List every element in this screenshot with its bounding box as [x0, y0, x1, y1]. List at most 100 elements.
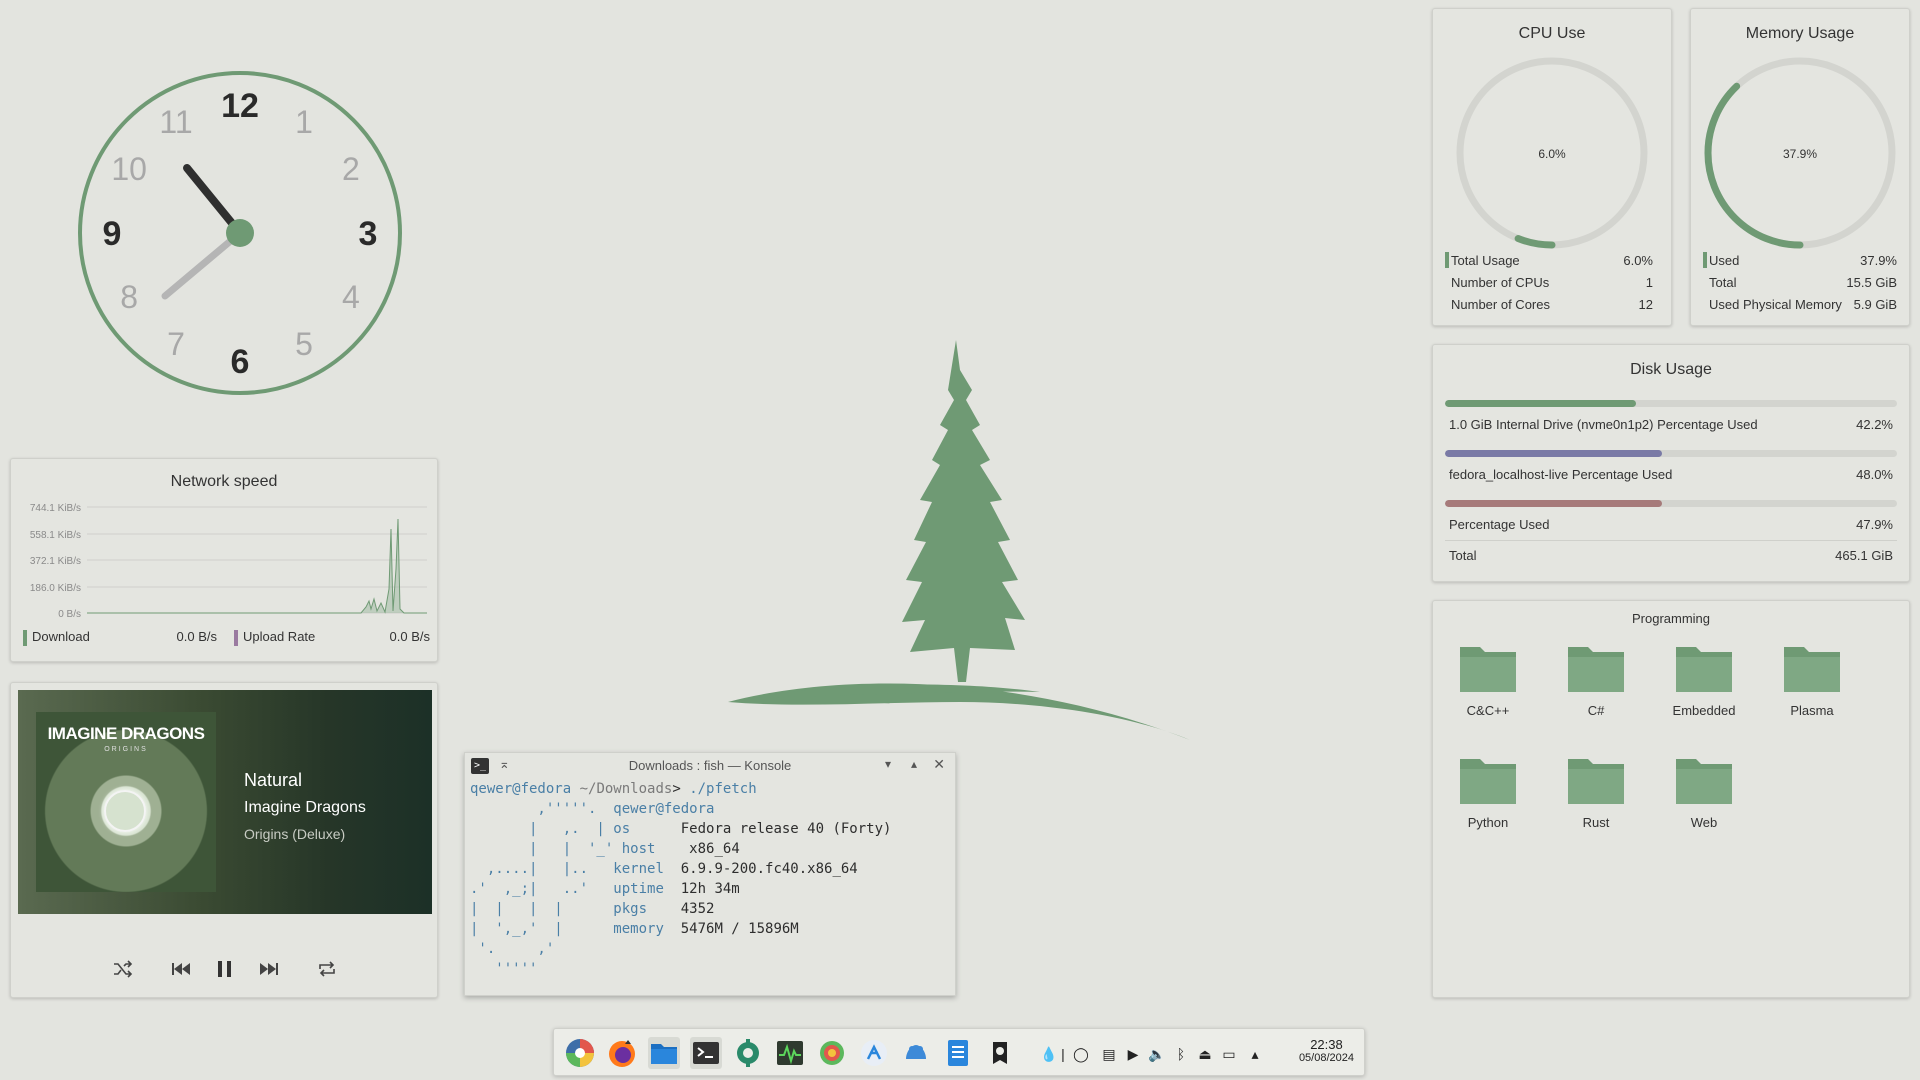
eject-icon[interactable]: ⏏	[1196, 1045, 1214, 1063]
memory-physical-row: Used Physical Memory 5.9 GiB	[1709, 296, 1897, 312]
disk-row-0: 1.0 GiB Internal Drive (nvme0n1p2) Perce…	[1449, 417, 1893, 432]
folder-icon	[1784, 647, 1840, 692]
system-monitor-icon	[777, 1041, 803, 1065]
album-art: IMAGINE DRAGONS ORIGINS	[36, 712, 216, 892]
cpu-gauge-label: 6.0%	[1538, 147, 1566, 161]
memory-title: Memory Usage	[1745, 25, 1855, 42]
discover-button[interactable]	[900, 1037, 932, 1069]
display-icon[interactable]: ▭	[1220, 1045, 1238, 1063]
separator-icon: |	[1061, 1046, 1065, 1062]
minimize-icon[interactable]: ▾	[885, 757, 891, 771]
disk-bar-2	[1445, 500, 1897, 507]
konsole-window[interactable]: >_ ⌅ Downloads : fish — Konsole ▾ ▴ ✕ qe…	[464, 752, 956, 996]
media-banner: IMAGINE DRAGONS ORIGINS Natural Imagine …	[18, 690, 432, 914]
firefox-button[interactable]	[606, 1037, 638, 1069]
bluetooth-icon[interactable]: ᛒ	[1172, 1045, 1190, 1063]
system-monitor-button[interactable]	[774, 1037, 806, 1069]
clock-numeral-7: 7	[167, 326, 185, 362]
folder-view-widget: Programming C&C++ C# Embedded Plasma Pyt…	[1432, 600, 1910, 998]
clock-numeral-8: 8	[120, 279, 138, 315]
folder-web[interactable]: Web	[1654, 751, 1754, 830]
network-title: Network speed	[170, 473, 278, 490]
folder-embedded[interactable]: Embedded	[1654, 639, 1754, 718]
next-icon	[260, 963, 278, 975]
chevron-up-icon[interactable]: ▴	[1246, 1045, 1264, 1063]
disk-usage-icon	[820, 1041, 844, 1065]
track-artist: Imagine Dragons	[244, 799, 366, 816]
clock-numeral-4: 4	[342, 279, 360, 315]
clock-numeral-10: 10	[111, 151, 147, 187]
writer-button[interactable]	[942, 1037, 974, 1069]
repeat-icon	[319, 961, 335, 977]
clock-face: 12 12 3 45 6 78 9 10 11	[78, 71, 402, 395]
repeat-button[interactable]	[313, 955, 341, 983]
steam-button[interactable]	[984, 1037, 1016, 1069]
folder-icon	[1676, 759, 1732, 804]
shuffle-button[interactable]	[109, 955, 137, 983]
konsole-title: Downloads : fish — Konsole	[628, 758, 792, 773]
disk-bar-1	[1445, 450, 1897, 457]
media-play-icon[interactable]: ▶	[1124, 1045, 1142, 1063]
volume-icon[interactable]: 🔈	[1148, 1045, 1166, 1063]
previous-button[interactable]	[167, 955, 195, 983]
terminal-button[interactable]	[690, 1037, 722, 1069]
discover-icon	[906, 1045, 926, 1059]
clock-numeral-3: 3	[359, 215, 378, 253]
memory-gauge-label: 37.9%	[1783, 147, 1817, 161]
folder-plasma[interactable]: Plasma	[1762, 639, 1862, 718]
clock-numeral-6: 6	[231, 343, 250, 381]
net-y-tick-2: 372.1 KiB/s	[30, 556, 81, 567]
memory-widget: Memory Usage 37.9% Used 37.9% Total 15.5 G…	[1690, 8, 1910, 326]
folder-rust[interactable]: Rust	[1546, 751, 1646, 830]
kde-connect-button[interactable]	[858, 1037, 890, 1069]
net-y-tick-0: 744.1 KiB/s	[30, 503, 81, 514]
download-legend: Download 0.0 B/s	[23, 629, 217, 646]
memory-used-row: Used 37.9%	[1703, 249, 1897, 271]
folder-c-cpp[interactable]: C&C++	[1438, 639, 1538, 718]
app-launcher-button[interactable]	[564, 1037, 596, 1069]
close-icon[interactable]: ✕	[933, 756, 945, 773]
cpu-widget: CPU Use 6.0% Total Usage 6.0% Number of C…	[1432, 8, 1672, 326]
droplet-icon[interactable]: 💧	[1040, 1045, 1058, 1063]
next-button[interactable]	[255, 955, 283, 983]
folder-python[interactable]: Python	[1438, 751, 1538, 830]
shuffle-icon	[114, 960, 133, 978]
files-icon	[651, 1044, 677, 1064]
clock-numeral-9: 9	[103, 215, 122, 253]
previous-icon	[172, 963, 190, 975]
settings-button[interactable]	[732, 1037, 764, 1069]
folder-csharp[interactable]: C#	[1546, 639, 1646, 718]
cpu-count-row: Number of CPUs 1	[1451, 274, 1653, 290]
terminal-icon	[693, 1042, 719, 1064]
disk-row-1: fedora_localhost-live Percentage Used 48.…	[1449, 467, 1893, 482]
taskbar-time: 22:38	[1310, 1037, 1343, 1052]
circle-icon[interactable]: ◯	[1072, 1045, 1090, 1063]
disk-total-row: Total 465.1 GiB	[1449, 548, 1893, 563]
cpu-gauge: 6.0%	[1456, 57, 1648, 249]
terminal-output[interactable]: qewer@fedora ~/Downloads> ./pfetch ,''''…	[465, 779, 955, 979]
konsole-titlebar[interactable]: >_ ⌅ Downloads : fish — Konsole ▾ ▴ ✕	[465, 753, 955, 779]
network-chart: 744.1 KiB/s 558.1 KiB/s 372.1 KiB/s 186.…	[30, 503, 427, 620]
upload-legend: Upload Rate 0.0 B/s	[234, 629, 430, 646]
net-y-tick-3: 186.0 KiB/s	[30, 583, 81, 594]
folder-icon	[1676, 647, 1732, 692]
pause-button[interactable]	[211, 955, 239, 983]
net-y-tick-4: 0 B/s	[58, 609, 81, 620]
writer-icon	[948, 1040, 968, 1066]
analog-clock: 12 1 2 3 4 5 6 7 8 9 10 11	[75, 68, 405, 398]
taskbar-clock[interactable]: 22:38 05/08/2024	[1299, 1037, 1354, 1064]
firefox-icon	[609, 1040, 635, 1067]
clock-center	[226, 219, 254, 247]
net-y-tick-1: 558.1 KiB/s	[30, 530, 81, 541]
clipboard-icon[interactable]: ▤	[1100, 1045, 1118, 1063]
maximize-icon[interactable]: ▴	[911, 757, 917, 771]
clock-numeral-2: 2	[342, 151, 360, 187]
disk-title: Disk Usage	[1630, 361, 1712, 378]
files-button[interactable]	[648, 1037, 680, 1069]
track-title: Natural	[244, 770, 303, 790]
folder-icon	[1568, 647, 1624, 692]
disk-usage-button[interactable]	[816, 1037, 848, 1069]
cpu-stats: Total Usage 6.0% Number of CPUs 1 Number o…	[1445, 249, 1653, 315]
folder-view-title: Programming	[1631, 611, 1711, 626]
disk-bar-0	[1445, 400, 1897, 407]
